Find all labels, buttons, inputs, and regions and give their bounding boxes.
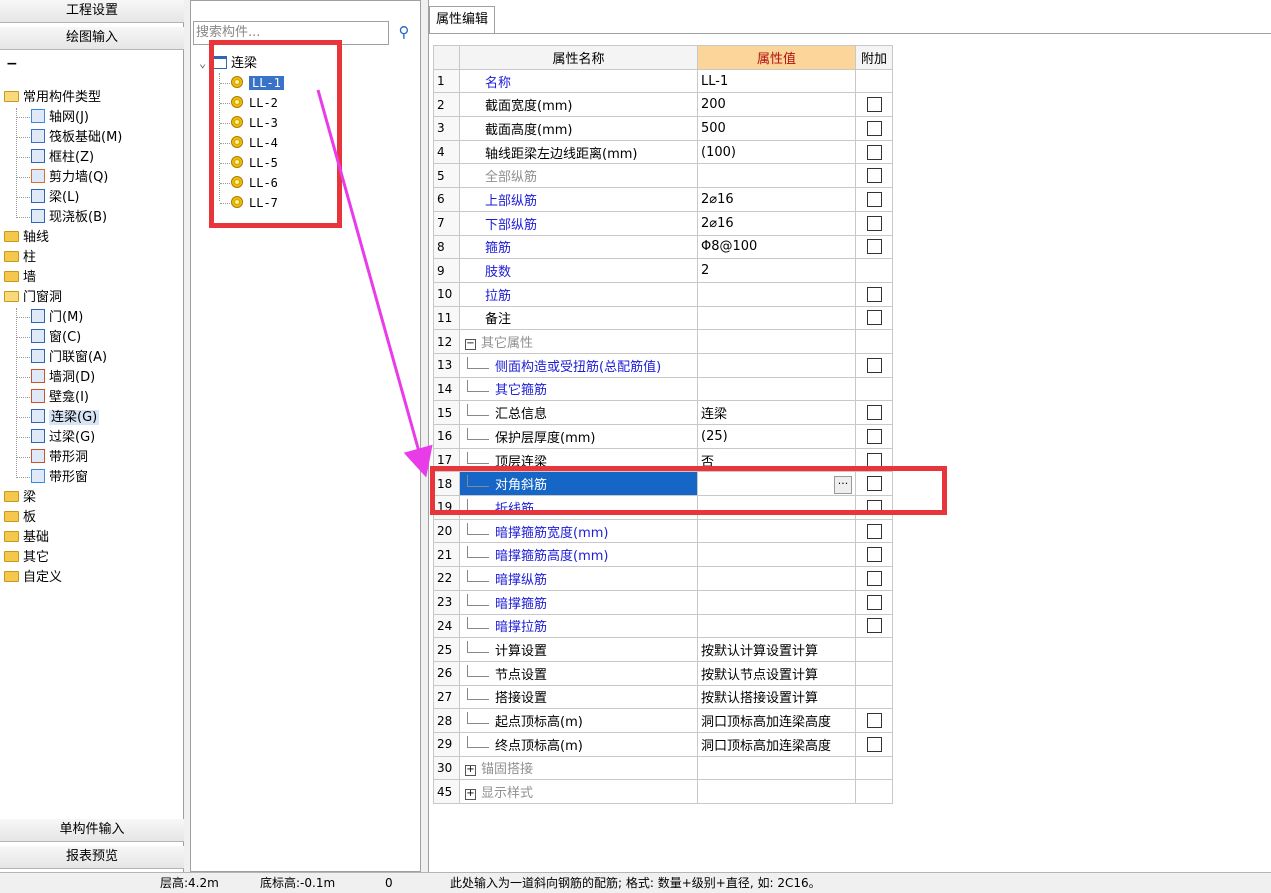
annotation-arrow	[316, 89, 433, 478]
